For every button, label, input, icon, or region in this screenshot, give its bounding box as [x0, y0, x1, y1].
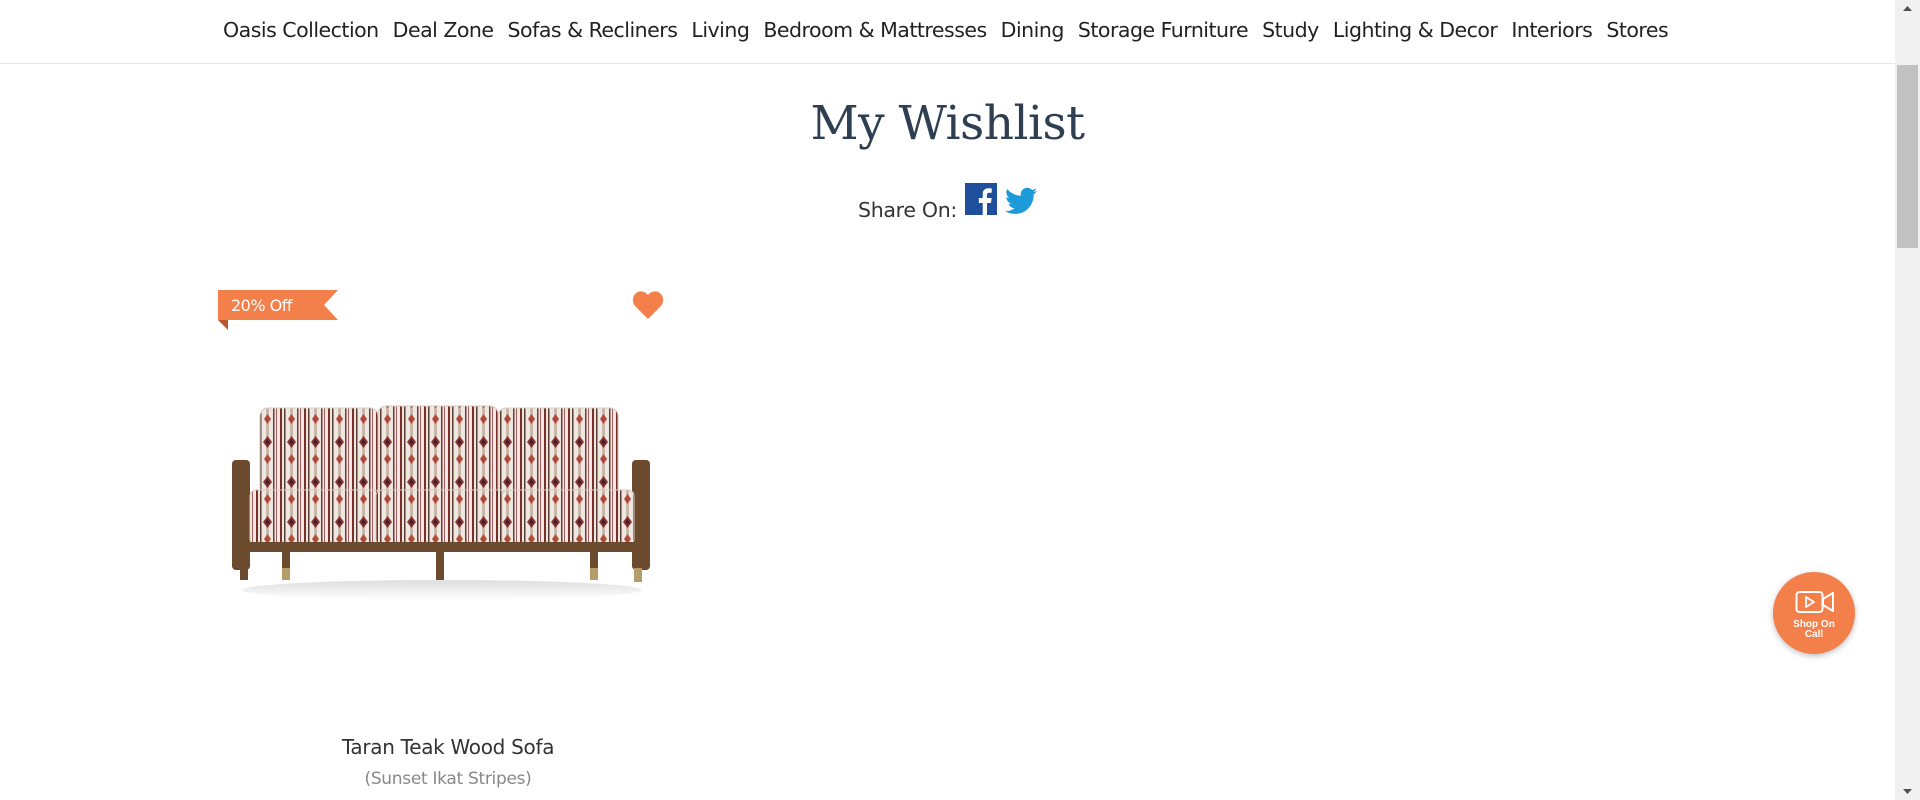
shop-on-call-button[interactable]: Shop On Call: [1773, 572, 1855, 654]
nav-item-dining[interactable]: Dining: [994, 18, 1071, 42]
nav-item-living[interactable]: Living: [684, 18, 756, 42]
scroll-up-arrow-icon[interactable]: [1895, 0, 1920, 17]
nav-item-storage-furniture[interactable]: Storage Furniture: [1071, 18, 1255, 42]
scrollbar-thumb[interactable]: [1897, 65, 1918, 248]
nav-item-sofas-recliners[interactable]: Sofas & Recliners: [501, 18, 685, 42]
nav-item-lighting-decor[interactable]: Lighting & Decor: [1326, 18, 1505, 42]
scroll-down-arrow-icon[interactable]: [1895, 783, 1920, 800]
share-label: Share On:: [857, 197, 957, 222]
product-image-sofa[interactable]: [230, 390, 655, 615]
facebook-icon[interactable]: [965, 183, 997, 220]
wishlist-product-card: 20% Off Taran Teak Wood Sofa (Sunset Ika…: [218, 290, 668, 800]
page-title: My Wishlist: [810, 96, 1085, 151]
page: Oasis Collection Deal Zone Sofas & Recli…: [0, 0, 1920, 800]
nav-item-deal-zone[interactable]: Deal Zone: [386, 18, 501, 42]
wishlist-heart-icon[interactable]: [632, 290, 664, 320]
share-row: Share On:: [0, 183, 1895, 220]
nav-item-oasis-collection[interactable]: Oasis Collection: [216, 18, 386, 42]
nav-item-stores[interactable]: Stores: [1599, 18, 1675, 42]
nav-menu: Oasis Collection Deal Zone Sofas & Recli…: [216, 0, 1675, 60]
shop-on-call-label: Shop On Call: [1773, 620, 1855, 640]
discount-label: 20% Off: [231, 296, 293, 315]
vertical-scrollbar[interactable]: [1895, 0, 1920, 800]
product-variant: (Sunset Ikat Stripes): [364, 769, 532, 789]
shop-on-call-label-line2: Call: [1804, 629, 1824, 640]
nav-item-interiors[interactable]: Interiors: [1504, 18, 1599, 42]
video-camera-icon: [1795, 590, 1835, 619]
discount-badge: 20% Off: [218, 290, 338, 330]
nav-item-study[interactable]: Study: [1255, 18, 1326, 42]
top-navigation: Oasis Collection Deal Zone Sofas & Recli…: [0, 0, 1895, 64]
twitter-icon[interactable]: [1005, 187, 1037, 220]
nav-item-bedroom-mattresses[interactable]: Bedroom & Mattresses: [756, 18, 993, 42]
product-name[interactable]: Taran Teak Wood Sofa: [218, 735, 678, 759]
